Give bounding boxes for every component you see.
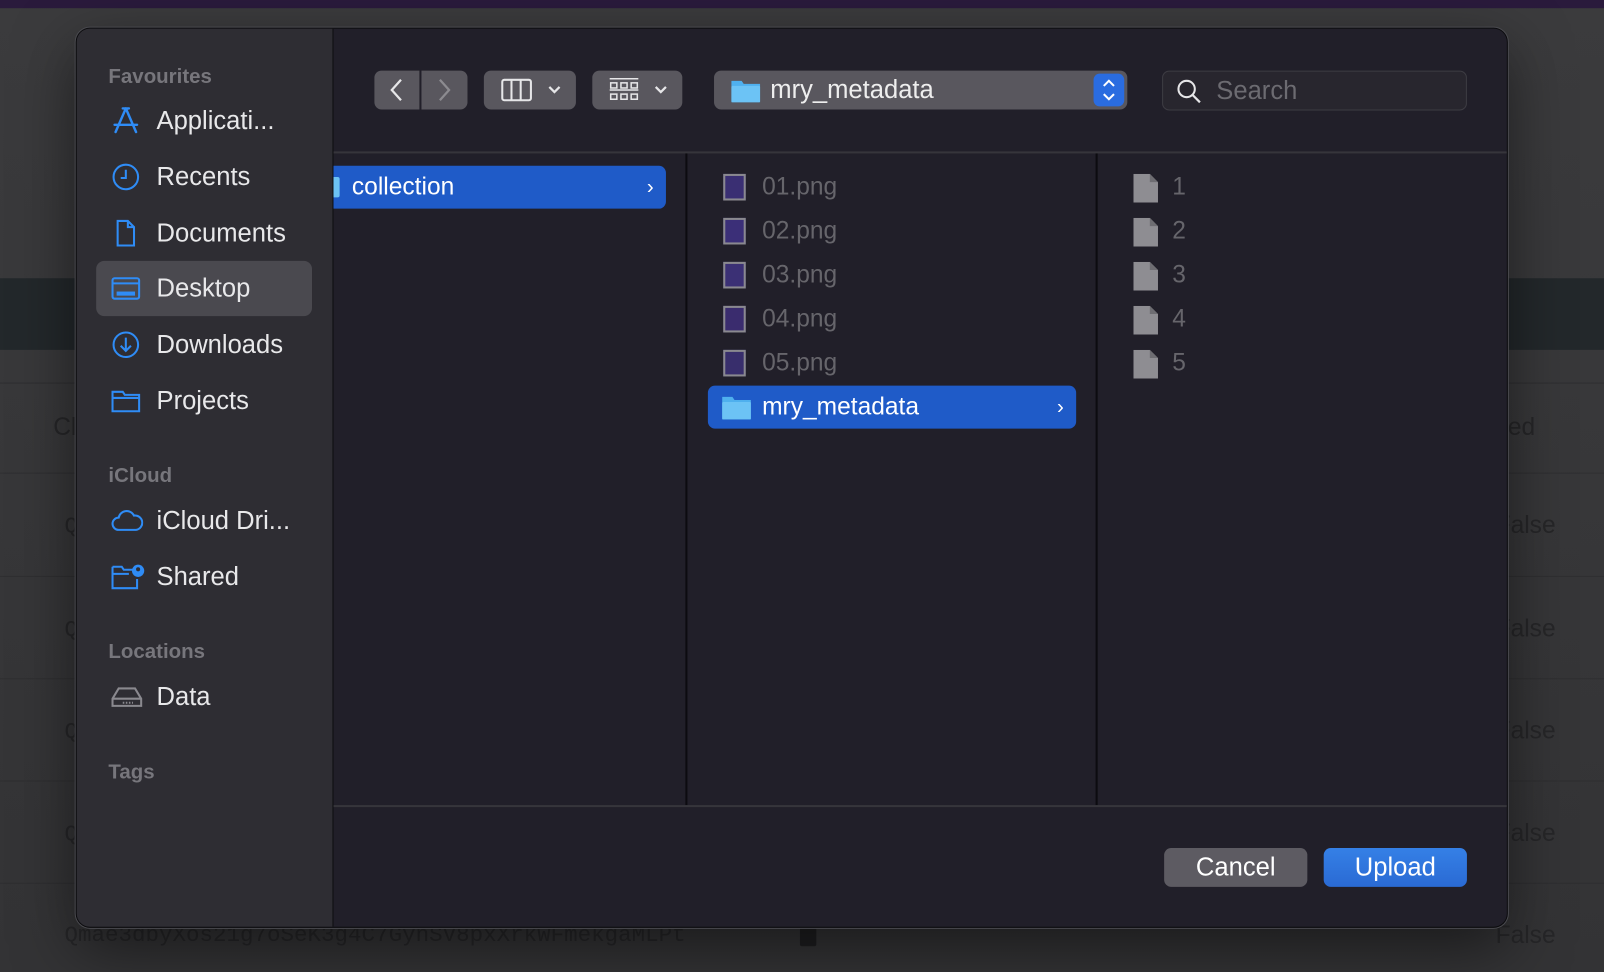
desktop-icon [111,277,141,300]
file-icon [1133,349,1158,379]
sidebar-item-applications[interactable]: Applicati... [96,93,312,148]
item-name: 4 [1172,304,1186,333]
popup-stepper-icon [1093,73,1125,107]
file-icon [1133,261,1158,291]
item-name: 01.png [762,172,838,201]
item-name: 02.png [762,216,838,245]
list-item-file[interactable]: 1 [1118,166,1486,209]
cloud-icon [111,510,144,531]
list-item-folder[interactable]: mry_metadata › [707,385,1077,429]
file-icon [1133,305,1158,335]
item-name: 04.png [762,304,838,333]
forward-button[interactable] [421,70,468,110]
list-item-folder[interactable]: collection › [333,165,666,209]
image-thumbnail-icon [723,349,746,377]
item-name: 03.png [762,260,838,289]
drive-icon [111,687,143,707]
sidebar-item-label: Applicati... [156,105,275,135]
sidebar-item-downloads[interactable]: Downloads [96,317,312,372]
sidebar-item-label: Desktop [156,273,251,303]
location-label: mry_metadata [770,75,934,105]
bg-header-left: Cl [53,413,77,441]
chevron-right-icon: › [1057,395,1064,418]
cancel-button[interactable]: Cancel [1164,848,1308,887]
search-icon [1177,79,1201,104]
sidebar-item-label: Data [156,681,211,711]
section-locations: Locations [108,640,206,663]
list-item-file[interactable]: 04.png [708,298,1076,341]
section-tags: Tags [108,761,155,784]
sidebar-item-projects[interactable]: Projects [96,373,312,428]
sidebar-item-label: Projects [156,386,249,415]
sidebar-item-data[interactable]: Data [96,669,312,724]
list-item-file[interactable]: 02.png [708,210,1076,253]
item-name: 3 [1172,260,1186,289]
sidebar-item-label: Documents [156,218,286,248]
search-input[interactable]: Search [1162,70,1467,111]
location-popup[interactable]: mry_metadata [714,70,1128,110]
column-divider [1095,153,1098,807]
list-item-file[interactable]: 2 [1118,210,1486,253]
sidebar-item-label: Downloads [156,329,284,359]
shared-folder-icon [111,564,145,590]
document-icon [116,219,136,247]
file-open-dialog: Favourites Applicati... Recents Document… [76,28,1507,927]
file-icon [1133,173,1158,203]
grid-icon [609,78,667,100]
column-divider [685,153,688,807]
top-bar [0,0,1604,9]
item-name: 05.png [762,348,838,377]
sidebar-item-label: iCloud Dri... [156,505,291,535]
image-thumbnail-icon [723,173,746,201]
download-icon [112,331,140,359]
list-item-file[interactable]: 5 [1118,342,1486,385]
item-name: 5 [1172,348,1186,377]
bg-row-value: False [1495,921,1556,950]
search-placeholder: Search [1216,76,1298,106]
list-item-file[interactable]: 4 [1118,298,1486,341]
sidebar-item-documents[interactable]: Documents [96,206,312,261]
item-name: 1 [1172,172,1186,201]
list-item-file[interactable]: 03.png [708,254,1076,297]
folder-icon [111,390,141,413]
chevron-left-icon [390,79,402,102]
section-icloud: iCloud [108,464,173,487]
sidebar-item-desktop[interactable]: Desktop [96,260,313,317]
image-thumbnail-icon [723,261,746,289]
toolbar-divider [333,151,1507,154]
group-by-button[interactable] [592,70,683,110]
chevron-right-icon [439,79,451,102]
sidebar: Favourites Applicati... Recents Document… [76,28,334,927]
sidebar-item-label: Recents [156,162,251,191]
columns-view-icon [501,78,561,102]
sidebar-item-recents[interactable]: Recents [96,149,312,204]
image-thumbnail-icon [723,305,746,333]
chevron-right-icon: › [646,175,654,198]
section-favourites: Favourites [108,65,212,88]
back-button[interactable] [374,70,420,110]
list-item-file[interactable]: 3 [1118,254,1486,297]
list-item-file[interactable]: 01.png [708,166,1076,209]
sidebar-item-label: Shared [156,562,239,591]
image-thumbnail-icon [723,217,746,245]
footer-divider [333,805,1507,808]
item-name: 2 [1172,216,1186,245]
view-mode-button[interactable] [483,70,576,110]
sidebar-item-shared[interactable]: Shared [96,549,312,604]
item-name: mry_metadata [762,392,920,421]
folder-icon [722,396,751,420]
applications-icon [113,107,139,134]
file-icon [1133,217,1158,247]
item-name: collection [351,172,455,201]
copy-icon[interactable] [799,925,817,947]
bg-header-right: ed [1507,413,1536,441]
folder-icon [731,80,761,103]
sidebar-item-icloud-drive[interactable]: iCloud Dri... [96,493,312,548]
list-item-file[interactable]: 05.png [708,342,1076,385]
clock-icon [112,163,140,191]
upload-button[interactable]: Upload [1323,848,1467,887]
folder-icon [333,176,340,198]
